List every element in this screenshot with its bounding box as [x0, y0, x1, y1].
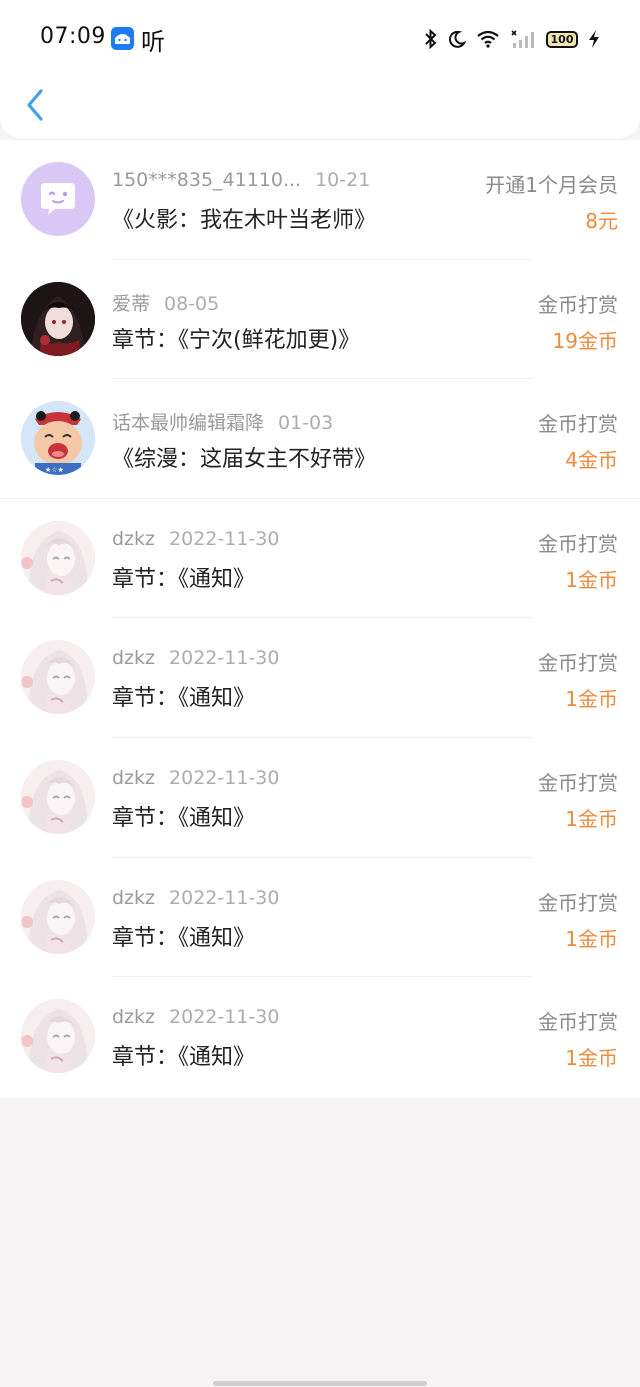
record-user[interactable]: dzkz — [112, 647, 155, 669]
record-meta: dzkz 2022-11-30 — [112, 528, 279, 550]
record-amount: 1金币 — [565, 1046, 618, 1071]
record-type: 金币打赏 — [538, 531, 618, 556]
record-user[interactable]: 150***835_41110... — [112, 169, 301, 191]
white-hair-girl-avatar[interactable] — [21, 640, 95, 715]
home-indicator[interactable] — [213, 1381, 427, 1386]
status-app-label: 听 — [141, 28, 165, 56]
signal-icon — [511, 30, 534, 48]
status-time: 07:09 — [40, 24, 106, 49]
white-hair-girl-avatar[interactable] — [21, 999, 95, 1074]
record-title[interactable]: 《火影：我在木叶当老师》 — [112, 202, 376, 234]
record-meta: dzkz 2022-11-30 — [112, 1006, 279, 1028]
record-date: 2022-11-30 — [169, 886, 280, 909]
chat-bubble-avatar[interactable] — [21, 162, 95, 236]
white-hair-girl-avatar[interactable] — [21, 520, 95, 595]
record-meta: dzkz 2022-11-30 — [112, 767, 279, 789]
record-date: 2022-11-30 — [169, 647, 280, 670]
record-amount: 1金币 — [565, 807, 618, 831]
bluetooth-icon — [425, 29, 437, 49]
record-title[interactable]: 章节：《通知》 — [112, 800, 255, 832]
dark-hair-girl-avatar[interactable] — [21, 281, 95, 356]
record-user[interactable]: 爱蒂 — [112, 293, 150, 315]
moon-icon — [448, 30, 466, 48]
record-type: 金币打赏 — [538, 890, 618, 915]
record-row[interactable]: 150***835_41110... 10-21 《火影：我在木叶当老师》 开通1… — [0, 140, 640, 260]
record-row[interactable]: dzkz 2022-11-30 章节：《通知》 金币打赏 1金币 — [0, 858, 640, 978]
record-type: 开通1个月会员 — [485, 173, 618, 197]
record-title[interactable]: 《综漫：这届女主不好带》 — [112, 441, 376, 473]
record-title[interactable]: 章节：《通知》 — [112, 920, 255, 952]
record-amount: 1金币 — [565, 687, 618, 712]
record-row[interactable]: ★☆★ 话本最帅编辑霜降 01-03 《综漫：这届女主不好带》 金币打赏 4金币 — [0, 379, 640, 499]
record-amount: 8元 — [585, 209, 618, 233]
record-meta: 150***835_41110... 10-21 — [112, 169, 370, 191]
record-row[interactable]: dzkz 2022-11-30 章节：《通知》 金币打赏 1金币 — [0, 618, 640, 738]
white-hair-girl-avatar[interactable] — [21, 879, 95, 954]
record-date: 2022-11-30 — [169, 767, 280, 789]
record-user[interactable]: dzkz — [112, 528, 155, 550]
battery-icon: 100 — [546, 30, 578, 48]
record-date: 01-03 — [278, 412, 334, 435]
record-title[interactable]: 章节：《宁次(鲜花加更)》 — [112, 322, 360, 354]
record-date: 08-05 — [164, 292, 220, 315]
record-date: 2022-11-30 — [169, 1006, 280, 1029]
charging-icon — [589, 30, 599, 48]
record-type: 金币打赏 — [538, 771, 618, 795]
record-title[interactable]: 章节：《通知》 — [112, 680, 255, 712]
record-user[interactable]: 话本最帅编辑霜降 — [112, 412, 264, 434]
wifi-icon — [477, 30, 499, 48]
income-record-list: 150***835_41110... 10-21 《火影：我在木叶当老师》 开通1… — [0, 140, 640, 1097]
record-amount: 1金币 — [565, 567, 618, 592]
record-date: 10-21 — [315, 169, 371, 191]
back-button[interactable] — [20, 86, 50, 124]
record-meta: dzkz 2022-11-30 — [112, 887, 279, 909]
record-row[interactable]: dzkz 2022-11-30 章节：《通知》 金币打赏 1金币 — [0, 977, 640, 1097]
cartoon-kid-avatar[interactable]: ★☆★ — [21, 401, 95, 476]
record-row[interactable]: dzkz 2022-11-30 章节：《通知》 金币打赏 1金币 — [0, 738, 640, 858]
record-type: 金币打赏 — [538, 651, 618, 676]
record-user[interactable]: dzkz — [112, 767, 155, 789]
record-meta: 话本最帅编辑霜降 01-03 — [112, 408, 333, 435]
status-icons: 100 — [424, 28, 600, 50]
record-type: 金币打赏 — [538, 412, 618, 437]
record-user[interactable]: dzkz — [112, 887, 155, 909]
record-amount: 4金币 — [565, 448, 618, 473]
app-notification-icon — [111, 27, 134, 50]
chevron-left-icon — [27, 89, 43, 121]
record-type: 金币打赏 — [538, 292, 618, 317]
record-title[interactable]: 章节：《通知》 — [112, 1039, 255, 1071]
white-hair-girl-avatar[interactable] — [21, 760, 95, 834]
record-row[interactable]: 爱蒂 08-05 章节：《宁次(鲜花加更)》 金币打赏 19金币 — [0, 260, 640, 380]
record-meta: 爱蒂 08-05 — [112, 289, 219, 316]
record-type: 金币打赏 — [538, 1010, 618, 1035]
record-date: 2022-11-30 — [169, 527, 280, 550]
svg-text:★☆★: ★☆★ — [45, 466, 64, 474]
record-amount: 19金币 — [552, 328, 618, 353]
record-meta: dzkz 2022-11-30 — [112, 647, 279, 669]
record-user[interactable]: dzkz — [112, 1006, 155, 1028]
record-row[interactable]: dzkz 2022-11-30 章节：《通知》 金币打赏 1金币 — [0, 499, 640, 619]
record-title[interactable]: 章节：《通知》 — [112, 561, 255, 593]
top-bar: 07:09 听 100 — [0, 0, 640, 140]
record-amount: 1金币 — [565, 926, 618, 951]
